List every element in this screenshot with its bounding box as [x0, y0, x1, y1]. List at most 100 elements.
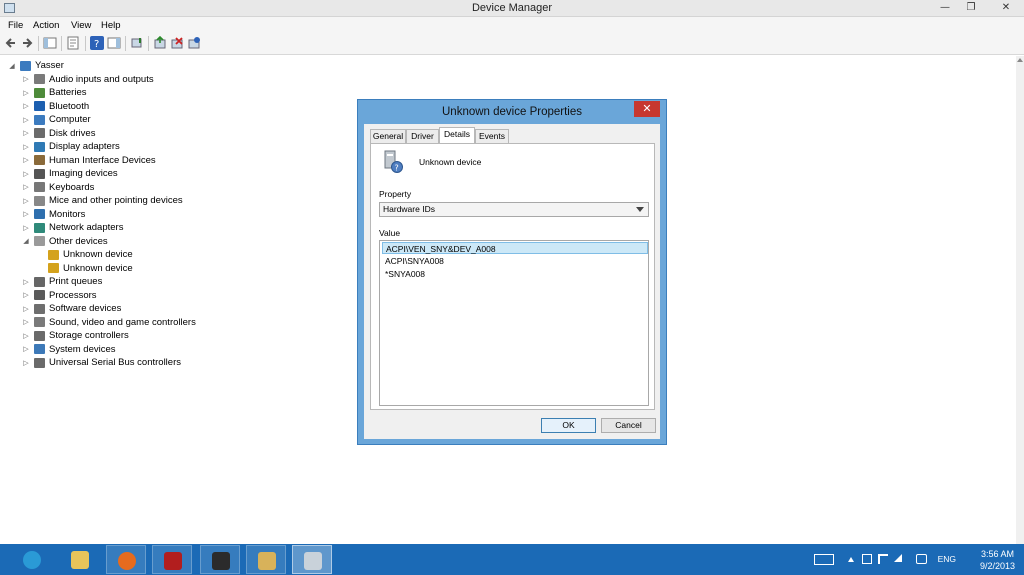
clock[interactable]: 3:56 AM 9/2/2013	[980, 548, 1015, 572]
tree-item[interactable]: ▷ Universal Serial Bus controllers	[22, 356, 181, 369]
collapsed-arrow-icon[interactable]: ▷	[22, 170, 30, 178]
collapsed-arrow-icon[interactable]: ▷	[22, 210, 30, 218]
language-indicator[interactable]: ENG	[938, 554, 956, 564]
collapsed-arrow-icon[interactable]: ▷	[22, 291, 30, 299]
bluetooth-icon	[34, 101, 45, 111]
properties-icon[interactable]	[66, 36, 80, 50]
close-button[interactable]: ✕	[988, 0, 1024, 16]
expanded-arrow-icon[interactable]: ◢	[22, 237, 30, 245]
scroll-up-arrow-icon[interactable]	[1017, 58, 1023, 62]
collapsed-arrow-icon[interactable]: ▷	[22, 129, 30, 137]
tree-item[interactable]: ▷ Human Interface Devices	[22, 154, 156, 167]
vertical-scrollbar[interactable]	[1016, 56, 1024, 544]
tab-details[interactable]: Details	[439, 127, 475, 143]
tree-item[interactable]: ▷ Disk drives	[22, 127, 95, 140]
touch-keyboard-icon[interactable]	[814, 554, 834, 565]
hid-icon	[34, 155, 45, 165]
tree-item[interactable]: ▷ Monitors	[22, 208, 85, 221]
tree-item[interactable]: ▷ Keyboards	[22, 181, 94, 194]
tree-item-child[interactable]: Unknown device	[36, 262, 133, 275]
tree-item-label: Human Interface Devices	[49, 154, 156, 166]
tree-item[interactable]: ▷ System devices	[22, 343, 115, 356]
menu-file[interactable]: File	[8, 18, 23, 33]
collapsed-arrow-icon[interactable]: ▷	[22, 359, 30, 367]
collapsed-arrow-icon[interactable]: ▷	[22, 156, 30, 164]
tree-item[interactable]: ◢ Other devices	[22, 235, 107, 248]
tab-driver[interactable]: Driver	[406, 129, 439, 143]
taskbar-button[interactable]	[200, 545, 240, 574]
collapsed-arrow-icon[interactable]: ▷	[22, 305, 30, 313]
dialog-body: General Driver Details Events ? Unknown …	[364, 124, 660, 439]
uninstall-icon[interactable]	[170, 36, 184, 50]
tab-general[interactable]: General	[370, 129, 406, 143]
taskbar-button[interactable]	[60, 545, 100, 574]
tree-item-label: Computer	[49, 114, 91, 125]
tree-item[interactable]: ▷ Display adapters	[22, 140, 119, 153]
minimize-button[interactable]: —	[932, 0, 958, 16]
taskbar-button[interactable]	[12, 545, 52, 574]
taskbar-button[interactable]	[106, 545, 146, 574]
action-pane-icon[interactable]	[107, 36, 121, 50]
value-list[interactable]: ACPI\VEN_SNY&DEV_A008 ACPI\SNYA008 *SNYA…	[379, 240, 649, 406]
update-driver-icon[interactable]	[153, 35, 167, 50]
dialog-close-button[interactable]: ✕	[634, 101, 660, 117]
scan-hardware-icon[interactable]	[130, 36, 144, 50]
collapsed-arrow-icon[interactable]: ▷	[22, 102, 30, 110]
collapsed-arrow-icon[interactable]: ▷	[22, 89, 30, 97]
maximize-button[interactable]: ❐	[958, 0, 984, 16]
expanded-arrow-icon[interactable]: ◢	[8, 62, 16, 70]
tree-item-label: Batteries	[49, 87, 87, 98]
tree-item[interactable]: ▷ Software devices	[22, 302, 121, 315]
value-item[interactable]: ACPI\VEN_SNY&DEV_A008	[382, 242, 648, 254]
taskbar-button[interactable]	[152, 545, 192, 574]
tree-item[interactable]: ▷ Storage controllers	[22, 329, 128, 342]
action-center-flag-icon[interactable]	[878, 554, 888, 564]
power-icon[interactable]	[862, 554, 872, 564]
volume-icon[interactable]	[916, 554, 927, 564]
tree-item[interactable]: ▷ Print queues	[22, 275, 102, 288]
collapsed-arrow-icon[interactable]: ▷	[22, 116, 30, 124]
tree-item-label: Unknown device	[63, 262, 133, 274]
network-signal-icon[interactable]	[894, 554, 902, 562]
collapsed-arrow-icon[interactable]: ▷	[22, 183, 30, 191]
taskbar-button[interactable]	[246, 545, 286, 574]
tree-item[interactable]: ▷ Imaging devices	[22, 167, 117, 180]
menu-view[interactable]: View	[71, 18, 91, 33]
tree-item[interactable]: ▷ Batteries	[22, 86, 87, 99]
value-item[interactable]: ACPI\SNYA008	[382, 255, 648, 267]
tab-events[interactable]: Events	[475, 129, 509, 143]
cancel-button[interactable]: Cancel	[601, 418, 656, 433]
collapsed-arrow-icon[interactable]: ▷	[22, 143, 30, 151]
collapsed-arrow-icon[interactable]: ▷	[22, 278, 30, 286]
value-item[interactable]: *SNYA008	[382, 268, 648, 280]
collapsed-arrow-icon[interactable]: ▷	[22, 345, 30, 353]
property-dropdown[interactable]: Hardware IDs	[379, 202, 649, 217]
tree-root[interactable]: ◢ Yasser	[8, 59, 64, 72]
tree-item[interactable]: ▷ Sound, video and game controllers	[22, 316, 196, 329]
show-hide-tree-icon[interactable]	[43, 36, 57, 50]
file-explorer-icon	[71, 551, 89, 569]
forward-arrow-icon[interactable]	[20, 36, 34, 50]
taskbar-button[interactable]	[292, 545, 332, 574]
collapsed-arrow-icon[interactable]: ▷	[22, 224, 30, 232]
enable-device-icon[interactable]	[187, 36, 201, 50]
back-arrow-icon[interactable]	[4, 36, 18, 50]
tree-item[interactable]: ▷ Network adapters	[22, 221, 123, 234]
tree-item-child[interactable]: Unknown device	[36, 248, 133, 261]
tree-item[interactable]: ▷ Computer	[22, 113, 91, 126]
tree-item-label: Software devices	[49, 303, 122, 314]
tree-item[interactable]: ▷ Bluetooth	[22, 100, 89, 113]
collapsed-arrow-icon[interactable]: ▷	[22, 197, 30, 205]
camera-icon	[34, 168, 45, 179]
show-hidden-icons-icon[interactable]	[848, 557, 854, 562]
help-icon[interactable]: ?	[90, 36, 104, 50]
tree-item[interactable]: ▷ Mice and other pointing devices	[22, 194, 182, 207]
ok-button[interactable]: OK	[541, 418, 596, 433]
menu-action[interactable]: Action	[33, 18, 59, 33]
menu-help[interactable]: Help	[101, 18, 121, 33]
collapsed-arrow-icon[interactable]: ▷	[22, 75, 30, 83]
collapsed-arrow-icon[interactable]: ▷	[22, 332, 30, 340]
tree-item[interactable]: ▷ Processors	[22, 289, 96, 302]
tree-item[interactable]: ▷ Audio inputs and outputs	[22, 73, 153, 86]
collapsed-arrow-icon[interactable]: ▷	[22, 318, 30, 326]
